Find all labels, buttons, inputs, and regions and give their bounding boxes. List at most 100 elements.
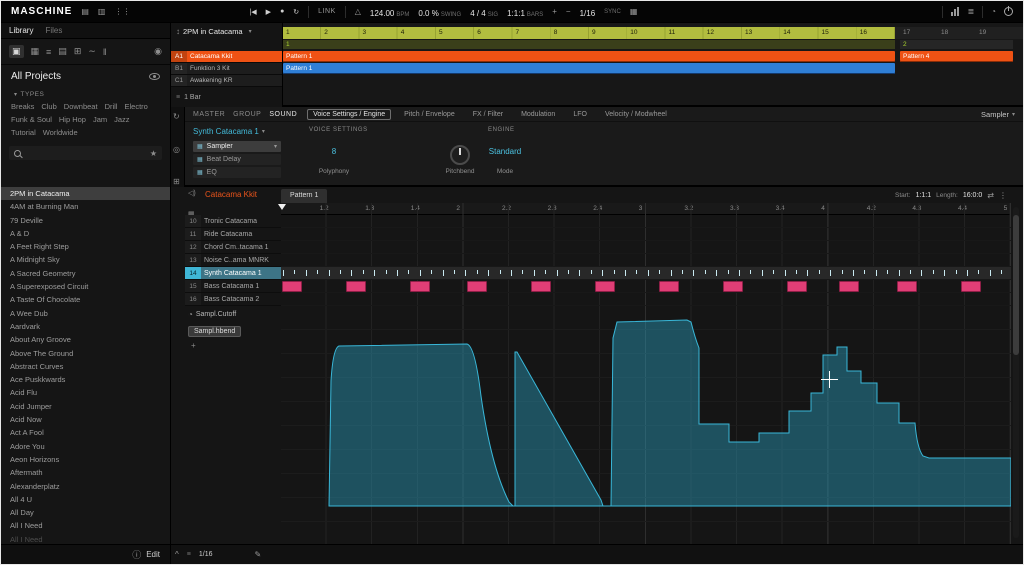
scope-tab-master[interactable]: MASTER (193, 111, 225, 118)
grid-lane[interactable] (281, 215, 1011, 228)
tag-item[interactable]: Worldwide (43, 128, 78, 137)
sync-label[interactable]: SYNC (604, 9, 621, 15)
group-slot[interactable]: C1Awakening KR (171, 75, 282, 87)
editor-scrollbar[interactable] (1013, 207, 1019, 538)
arranger-grid-setting[interactable]: ≡ 1 Bar (171, 91, 206, 103)
tag-item[interactable]: Club (41, 102, 56, 111)
automation-lane[interactable] (281, 306, 1011, 546)
mixer-toggle-icon[interactable]: ⊞ (173, 177, 180, 186)
tab-library[interactable]: Library (9, 26, 33, 35)
sound-row[interactable]: 16Bass Catacama 2 (185, 293, 281, 306)
plugin-slot[interactable]: ▦EQ (193, 167, 281, 178)
tag-item[interactable]: Jam (93, 115, 107, 124)
project-row[interactable]: Acid Flu (1, 386, 170, 399)
midi-note[interactable] (410, 281, 430, 292)
retrigger-icon[interactable]: ⇄ (987, 191, 994, 200)
project-row[interactable]: Aardvark (1, 320, 170, 333)
project-row[interactable]: A Taste Of Chocolate (1, 293, 170, 306)
project-row[interactable]: About Any Groove (1, 333, 170, 346)
midi-note[interactable] (787, 281, 807, 292)
pattern-length-value[interactable]: 16:0:0 (963, 192, 982, 199)
polyphony-value[interactable]: 8 (301, 145, 367, 159)
channel-icon[interactable]: ◎ (173, 145, 180, 154)
project-row[interactable]: Act A Fool (1, 426, 170, 439)
project-row[interactable]: A Feet Right Step (1, 240, 170, 253)
bpm-display[interactable]: 124.00BPM (370, 3, 409, 21)
project-row[interactable]: Ace Puskkwards (1, 373, 170, 386)
project-row[interactable]: 2PM in Catacama (1, 187, 170, 200)
scope-tab-group[interactable]: GROUP (233, 111, 261, 118)
filter-sounds-icon[interactable]: ≡ (46, 47, 51, 57)
sound-row[interactable]: 13Noise C..ama MNRK (185, 254, 281, 267)
group-slot[interactable]: A1Catacama Kkit (171, 51, 282, 63)
project-row[interactable]: Aftermath (1, 466, 170, 479)
midi-note[interactable] (839, 281, 859, 292)
pattern-clip[interactable]: Pattern 4 (900, 51, 1013, 62)
project-row[interactable]: A Midnight Sky (1, 253, 170, 266)
control-tab[interactable]: Pitch / Envelope (399, 110, 460, 119)
scrollbar-thumb[interactable] (1013, 215, 1019, 355)
pattern-start-value[interactable]: 1:1:1 (916, 192, 932, 199)
scope-tab-sound[interactable]: SOUND (269, 111, 297, 118)
play-icon[interactable]: ▶ (266, 8, 271, 16)
tag-item[interactable]: Electro (124, 102, 147, 111)
edit-button[interactable]: Edit (146, 550, 160, 559)
collapse-icon[interactable]: ^ (175, 550, 179, 559)
record-icon[interactable]: ● (280, 8, 284, 15)
info-icon[interactable]: ⓘ (132, 548, 141, 561)
plugin-selector[interactable]: Sampler▾ (981, 110, 1015, 119)
project-row[interactable]: Alexanderplatz (1, 480, 170, 493)
project-row[interactable]: A & D (1, 227, 170, 240)
filter-oneshots-icon[interactable]: ‖ (103, 47, 107, 57)
plugin-slot[interactable]: ▦Beat Delay (193, 154, 281, 165)
filter-effects-icon[interactable]: ⊞ (74, 46, 82, 57)
tag-item[interactable]: Breaks (11, 102, 34, 111)
sound-row[interactable]: 14Synth Catacama 1 (185, 267, 281, 280)
editor-options-icon[interactable]: ⋮ (999, 191, 1007, 200)
project-row[interactable]: A Sacred Geometry (1, 267, 170, 280)
grid-display[interactable]: 1/16 (580, 3, 596, 21)
sound-row[interactable]: 12Chord Cm..tacama 1 (185, 241, 281, 254)
pattern-clip[interactable]: Pattern 1 (283, 51, 895, 62)
automation-param-2[interactable]: Sampl.hbend (188, 326, 241, 337)
filter-loops-icon[interactable]: ∼ (88, 46, 96, 57)
audition-icon[interactable]: ◁) (188, 189, 196, 197)
scene-2[interactable]: 2 (900, 40, 1013, 49)
editor-grid-value[interactable]: 1/16 (199, 551, 213, 558)
view-mixer-icon[interactable]: ▥ (98, 7, 106, 16)
tag-item[interactable]: Funk & Soul (11, 115, 52, 124)
project-row[interactable]: Acid Jumper (1, 400, 170, 413)
midi-note[interactable] (346, 281, 366, 292)
sound-row[interactable]: 11Ride Catacama (185, 228, 281, 241)
add-automation-button[interactable]: + (191, 341, 279, 350)
mode-control[interactable]: Standard Mode (481, 145, 529, 175)
minus-icon[interactable]: − (566, 7, 571, 16)
control-tab[interactable]: Voice Settings / Engine (307, 109, 391, 120)
loop-icon[interactable]: ↻ (293, 8, 299, 16)
sound-selector[interactable]: Synth Catacama 1▾ (193, 127, 265, 136)
tag-item[interactable]: Jazz (114, 115, 129, 124)
tag-item[interactable]: Downbeat (64, 102, 98, 111)
view-arrange-icon[interactable]: ▤ (81, 7, 89, 16)
swing-display[interactable]: 0.0 %SWING (418, 3, 461, 21)
user-library-icon[interactable]: ◉ (154, 46, 162, 57)
arranger-ruler[interactable]: 12345678910111213141516171819 (283, 27, 1023, 39)
link-button[interactable]: LINK (318, 8, 336, 15)
project-row[interactable]: All I Need (1, 533, 170, 544)
group-slot[interactable]: B1Funktion 3 Kit (171, 63, 282, 75)
pattern-clip[interactable]: Pattern 1 (283, 63, 895, 74)
project-row[interactable]: Aeon Horizons (1, 453, 170, 466)
project-row[interactable]: 79 Deville (1, 214, 170, 227)
tag-item[interactable]: Drill (105, 102, 118, 111)
power-icon[interactable] (1004, 7, 1013, 16)
scene-1[interactable]: 1 (283, 40, 895, 49)
project-row[interactable]: All 4 U (1, 493, 170, 506)
tab-files[interactable]: Files (45, 26, 62, 35)
restart-icon[interactable]: |◀ (249, 8, 256, 16)
midi-note[interactable] (467, 281, 487, 292)
project-row[interactable]: Acid Now (1, 413, 170, 426)
control-tab[interactable]: Modulation (516, 110, 560, 119)
midi-note[interactable] (897, 281, 917, 292)
pitchbend-control[interactable]: Pitchbend (443, 145, 477, 175)
project-row[interactable]: 4AM at Burning Man (1, 200, 170, 213)
